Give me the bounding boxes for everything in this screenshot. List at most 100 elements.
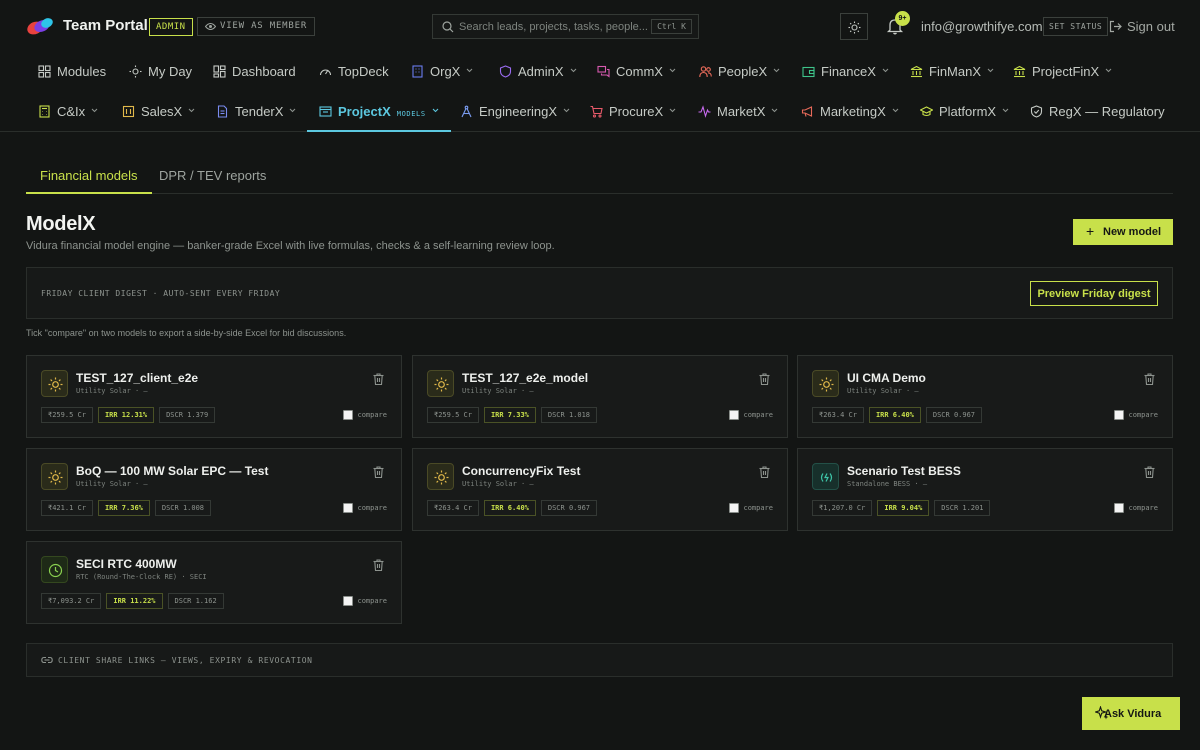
nav-item-label: CommX bbox=[616, 64, 663, 79]
preview-digest-button[interactable]: Preview Friday digest bbox=[1030, 281, 1158, 306]
checkbox-icon[interactable] bbox=[343, 503, 354, 513]
checkbox-icon[interactable] bbox=[729, 503, 740, 513]
model-card[interactable]: BoQ — 100 MW Solar EPC — Test Utility Sol… bbox=[26, 448, 402, 531]
nav-item-procurex[interactable]: ProcureX bbox=[590, 92, 676, 132]
irr-chip: IRR 7.36% bbox=[97, 500, 150, 516]
nav-item-regx[interactable]: RegX — Regulatory bbox=[1030, 92, 1165, 132]
chevron-down-icon bbox=[466, 68, 473, 73]
model-card[interactable]: ConcurrencyFix Test Utility Solar · – ₹263… bbox=[412, 448, 788, 531]
model-name[interactable]: TEST_127_e2e_model bbox=[462, 371, 588, 385]
tab-dpr-tev-reports[interactable]: DPR / TEV reports bbox=[145, 158, 280, 194]
model-name[interactable]: BoQ — 100 MW Solar EPC — Test bbox=[76, 464, 268, 478]
nav-item-marketingx[interactable]: MarketingX bbox=[801, 92, 899, 132]
nav-item-modules[interactable]: Modules bbox=[38, 52, 106, 92]
trash-icon[interactable] bbox=[373, 559, 384, 571]
checkbox-icon[interactable] bbox=[343, 410, 354, 420]
trash-icon[interactable] bbox=[373, 466, 384, 478]
ask-vidura-button[interactable]: Ask Vidura bbox=[1082, 697, 1180, 730]
checkbox-icon[interactable] bbox=[343, 596, 354, 606]
trash-icon[interactable] bbox=[373, 373, 384, 385]
model-card[interactable]: UI CMA Demo Utility Solar · – ₹263.4 Cr IRR… bbox=[797, 355, 1173, 438]
compare-checkbox[interactable]: compare bbox=[343, 503, 387, 514]
dscr-chip: DSCR 1.379 bbox=[159, 407, 216, 423]
nav-item-projectfinx[interactable]: ProjectFinX bbox=[1013, 52, 1112, 92]
checkbox-icon[interactable] bbox=[729, 410, 740, 420]
tab-financial-models[interactable]: Financial models bbox=[26, 158, 152, 194]
compare-checkbox[interactable]: compare bbox=[729, 503, 773, 514]
model-name[interactable]: ConcurrencyFix Test bbox=[462, 464, 580, 478]
dscr-chip: DSCR 1.162 bbox=[167, 593, 224, 609]
theme-toggle-button[interactable] bbox=[840, 13, 868, 40]
nav-item-commx[interactable]: CommX bbox=[597, 52, 676, 92]
checkbox-icon[interactable] bbox=[1114, 410, 1125, 420]
capex-chip: ₹259.5 Cr bbox=[41, 407, 93, 423]
trash-icon[interactable] bbox=[1144, 373, 1155, 385]
nav-item-tenderx[interactable]: TenderX bbox=[216, 92, 296, 132]
compare-checkbox[interactable]: compare bbox=[1114, 503, 1158, 514]
view-as-member-button[interactable]: VIEW AS MEMBER bbox=[197, 17, 316, 36]
trash-icon[interactable] bbox=[759, 466, 770, 478]
nav-item-orgx[interactable]: OrgX bbox=[411, 52, 473, 92]
digest-label: FRIDAY CLIENT DIGEST · AUTO-SENT EVERY F… bbox=[41, 289, 281, 298]
nav-item-label: TopDeck bbox=[338, 64, 389, 79]
nav-item-marketx[interactable]: MarketX bbox=[698, 92, 778, 132]
nav-item-c-and-ix[interactable]: C&Ix bbox=[38, 92, 98, 132]
trash-icon[interactable] bbox=[1144, 466, 1155, 478]
chevron-down-icon bbox=[892, 108, 899, 113]
nav-item-my-day[interactable]: My Day bbox=[129, 52, 192, 92]
model-card[interactable]: Scenario Test BESS Standalone BESS · – ₹1,… bbox=[797, 448, 1173, 531]
model-meta: Utility Solar · – bbox=[847, 387, 919, 395]
client-share-links-panel[interactable]: CLIENT SHARE LINKS — VIEWS, EXPIRY & REV… bbox=[26, 643, 1173, 677]
model-meta: Utility Solar · – bbox=[462, 480, 534, 488]
compare-checkbox[interactable]: compare bbox=[729, 410, 773, 421]
brand-name[interactable]: Team Portal bbox=[63, 17, 148, 34]
user-email[interactable]: info@growthifye.com bbox=[921, 19, 1043, 34]
model-card[interactable]: SECI RTC 400MW RTC (Round-The-Clock RE) ·… bbox=[26, 541, 402, 624]
checkbox-icon[interactable] bbox=[1114, 503, 1125, 513]
compare-checkbox[interactable]: compare bbox=[343, 596, 387, 607]
model-name[interactable]: TEST_127_client_e2e bbox=[76, 371, 198, 385]
nav-item-projectx[interactable]: ProjectX MODELS bbox=[307, 92, 451, 132]
search-shortcut-hint: Ctrl K bbox=[651, 19, 692, 34]
capex-chip: ₹7,093.2 Cr bbox=[41, 593, 102, 609]
model-card[interactable]: TEST_127_e2e_model Utility Solar · – ₹259.… bbox=[412, 355, 788, 438]
new-model-button[interactable]: + New model bbox=[1073, 219, 1173, 245]
compare-checkbox[interactable]: compare bbox=[343, 410, 387, 421]
nav-item-adminx[interactable]: AdminX bbox=[499, 52, 577, 92]
chevron-down-icon bbox=[432, 108, 439, 113]
nav-item-platformx[interactable]: PlatformX bbox=[920, 92, 1009, 132]
nav-item-peoplex[interactable]: PeopleX bbox=[699, 52, 780, 92]
chevron-down-icon bbox=[669, 108, 676, 113]
sign-out-label: Sign out bbox=[1127, 19, 1175, 34]
compare-label: compare bbox=[1128, 504, 1158, 512]
capex-chip: ₹421.1 Cr bbox=[41, 500, 93, 516]
nav-item-financex[interactable]: FinanceX bbox=[802, 52, 889, 92]
set-status-button[interactable]: SET STATUS bbox=[1043, 17, 1109, 36]
nav-item-dashboard[interactable]: Dashboard bbox=[213, 52, 296, 92]
model-card[interactable]: TEST_127_client_e2e Utility Solar · – ₹259… bbox=[26, 355, 402, 438]
logo-icon[interactable] bbox=[26, 16, 54, 36]
compare-checkbox[interactable]: compare bbox=[1114, 410, 1158, 421]
chevron-down-icon bbox=[1105, 68, 1112, 73]
search-box[interactable]: Ctrl K bbox=[432, 14, 699, 39]
model-name[interactable]: UI CMA Demo bbox=[847, 371, 926, 385]
nav-item-topdeck[interactable]: TopDeck bbox=[319, 52, 389, 92]
chevron-down-icon bbox=[987, 68, 994, 73]
model-name[interactable]: SECI RTC 400MW bbox=[76, 557, 177, 571]
search-input[interactable] bbox=[459, 18, 659, 35]
bank-icon bbox=[1013, 65, 1026, 78]
nav-item-label: TenderX bbox=[235, 104, 284, 119]
module-nav-secondary: C&Ix SalesX TenderX ProjectX MODELS Engin… bbox=[0, 92, 1200, 132]
trash-icon[interactable] bbox=[759, 373, 770, 385]
chevron-down-icon bbox=[773, 68, 780, 73]
nav-item-finmanx[interactable]: FinManX bbox=[910, 52, 994, 92]
sign-out-button[interactable]: Sign out bbox=[1109, 19, 1175, 34]
model-name[interactable]: Scenario Test BESS bbox=[847, 464, 961, 478]
nav-item-label: PeopleX bbox=[718, 64, 768, 79]
chevron-down-icon bbox=[570, 68, 576, 73]
cart-icon bbox=[590, 106, 603, 118]
eye-icon bbox=[205, 23, 216, 30]
chat-icon bbox=[597, 66, 610, 78]
nav-item-salesx[interactable]: SalesX bbox=[122, 92, 195, 132]
nav-item-engineeringx[interactable]: EngineeringX bbox=[460, 92, 570, 132]
